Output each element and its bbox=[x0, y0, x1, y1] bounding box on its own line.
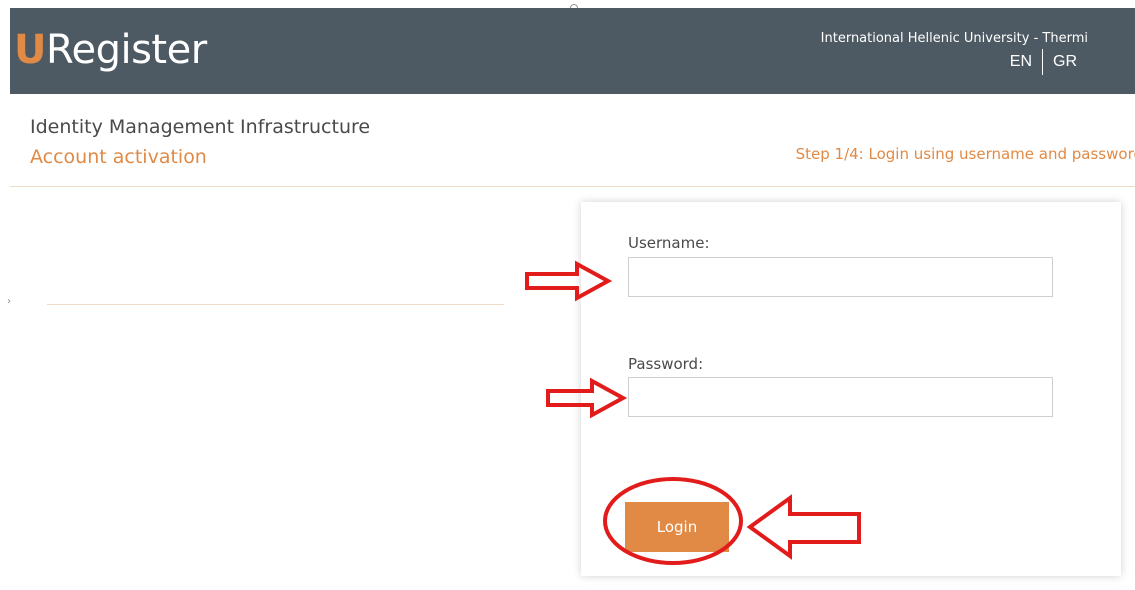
login-card: Username: Password: Login bbox=[581, 202, 1121, 576]
page-subheader: Identity Management Infrastructure Accou… bbox=[10, 94, 1135, 187]
header-bar: URegister International Hellenic Univers… bbox=[10, 8, 1135, 94]
institution-name: International Hellenic University - Ther… bbox=[820, 31, 1088, 46]
language-switcher: EN GR bbox=[1010, 48, 1077, 76]
password-input[interactable] bbox=[628, 377, 1053, 417]
language-en-link[interactable]: EN bbox=[1010, 53, 1032, 71]
logo-u-letter: U bbox=[14, 27, 46, 73]
page: URegister International Hellenic Univers… bbox=[0, 0, 1135, 590]
page-title: Account activation bbox=[30, 146, 207, 168]
username-label: Username: bbox=[628, 234, 710, 252]
logo-text: Register bbox=[45, 27, 207, 73]
language-divider bbox=[1042, 49, 1043, 75]
password-label: Password: bbox=[628, 355, 704, 373]
language-gr-link[interactable]: GR bbox=[1053, 53, 1077, 71]
login-button[interactable]: Login bbox=[625, 502, 729, 552]
uregister-logo[interactable]: URegister bbox=[14, 26, 207, 74]
step-indicator: Step 1/4: Login using username and passw… bbox=[795, 145, 1135, 163]
left-marker-icon: › bbox=[7, 296, 11, 307]
left-divider bbox=[47, 304, 504, 305]
username-input[interactable] bbox=[628, 257, 1053, 297]
page-section-title: Identity Management Infrastructure bbox=[30, 116, 371, 138]
